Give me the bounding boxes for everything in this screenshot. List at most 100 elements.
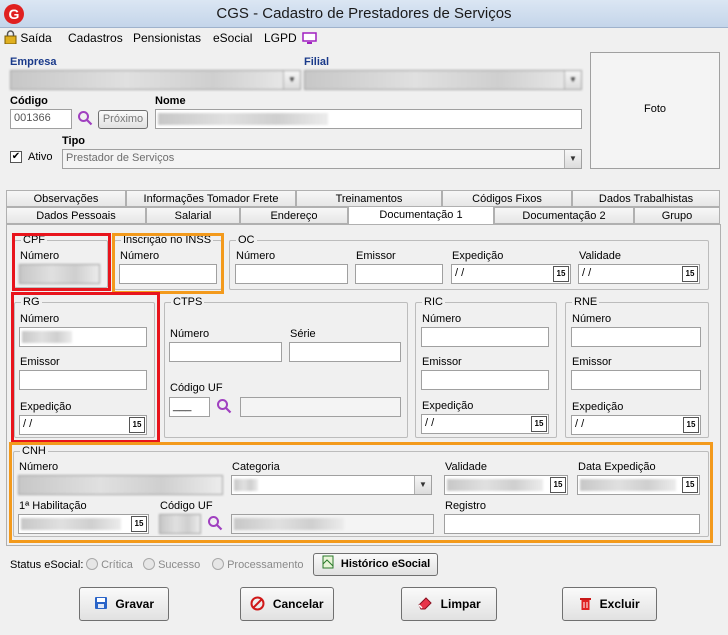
tab-observacoes[interactable]: Observações bbox=[6, 190, 126, 207]
nome-label: Nome bbox=[155, 95, 186, 107]
monitor-icon[interactable] bbox=[302, 32, 317, 45]
search-icon[interactable] bbox=[77, 110, 93, 126]
oc-validade-value: / / bbox=[582, 267, 592, 279]
codigo-input[interactable]: 001366 bbox=[10, 109, 72, 129]
rne-expedicao-input[interactable]: / / 15 bbox=[571, 415, 701, 435]
empresa-select[interactable]: ▼ bbox=[10, 70, 301, 90]
chevron-down-icon: ▼ bbox=[564, 71, 581, 89]
tab-dados-trabalhistas[interactable]: Dados Trabalhistas bbox=[572, 190, 720, 207]
historico-esocial-button[interactable]: Histórico eSocial bbox=[313, 553, 438, 576]
gravar-button[interactable]: Gravar bbox=[79, 587, 169, 621]
rne-emissor-input[interactable] bbox=[571, 370, 701, 390]
proximo-button[interactable]: Próximo bbox=[98, 110, 148, 129]
menu-saida-label: Saída bbox=[20, 31, 52, 45]
filial-select[interactable]: ▼ bbox=[304, 70, 582, 90]
ctps-group: CTPS bbox=[164, 296, 408, 438]
menu-lgpd[interactable]: LGPD bbox=[264, 28, 297, 48]
oc-numero-label: Número bbox=[236, 250, 276, 262]
cancelar-label: Cancelar bbox=[272, 597, 324, 611]
gravar-label: Gravar bbox=[115, 597, 155, 611]
oc-expedicao-input[interactable]: / / 15 bbox=[451, 264, 571, 284]
cpf-highlight-box bbox=[12, 233, 111, 291]
calendar-icon[interactable]: 15 bbox=[682, 266, 698, 282]
radio-icon bbox=[143, 558, 155, 570]
chevron-down-icon: ▼ bbox=[283, 71, 300, 89]
ric-expedicao-value: / / bbox=[425, 417, 435, 429]
ativo-checkbox[interactable]: ✔ bbox=[10, 151, 22, 163]
ric-expedicao-input[interactable]: / / 15 bbox=[421, 414, 549, 434]
inss-highlight-box bbox=[112, 233, 224, 294]
cnh-highlight-box bbox=[9, 442, 713, 543]
calendar-icon[interactable]: 15 bbox=[683, 417, 699, 433]
ativo-label: Ativo bbox=[28, 151, 53, 163]
chevron-down-icon: ▼ bbox=[564, 150, 581, 168]
photo-box[interactable]: Foto bbox=[590, 52, 720, 169]
ctps-codigo-uf-label: Código UF bbox=[170, 382, 223, 394]
oc-emissor-input[interactable] bbox=[355, 264, 443, 284]
nome-input[interactable] bbox=[155, 109, 582, 129]
empresa-label: Empresa bbox=[10, 56, 57, 68]
tab-informacoes-tomador-frete[interactable]: Informações Tomador Frete bbox=[126, 190, 296, 207]
ctps-numero-input[interactable] bbox=[169, 342, 282, 362]
eraser-icon bbox=[418, 597, 433, 610]
title-bar: G CGS - Cadastro de Prestadores de Servi… bbox=[0, 0, 728, 28]
limpar-button[interactable]: Limpar bbox=[401, 587, 497, 621]
lock-icon bbox=[4, 30, 17, 45]
search-icon[interactable] bbox=[216, 398, 232, 414]
ric-title: RIC bbox=[422, 296, 445, 308]
calendar-icon[interactable]: 15 bbox=[531, 416, 547, 432]
oc-numero-input[interactable] bbox=[235, 264, 348, 284]
rne-expedicao-label: Expedição bbox=[572, 401, 624, 413]
tab-codigos-fixos[interactable]: Códigos Fixos bbox=[442, 190, 572, 207]
rne-expedicao-value: / / bbox=[575, 418, 585, 430]
oc-expedicao-value: / / bbox=[455, 267, 465, 279]
ctps-uf-description bbox=[240, 397, 401, 417]
tab-treinamentos[interactable]: Treinamentos bbox=[296, 190, 442, 207]
tab-dados-pessoais[interactable]: Dados Pessoais bbox=[6, 207, 146, 224]
tab-documentacao-2[interactable]: Documentação 2 bbox=[494, 207, 634, 224]
ctps-codigo-uf-input[interactable]: ___ bbox=[169, 397, 210, 417]
excluir-button[interactable]: Excluir bbox=[562, 587, 657, 621]
historico-esocial-label: Histórico eSocial bbox=[340, 558, 431, 570]
status-critica-label: Crítica bbox=[101, 559, 133, 571]
filial-label: Filial bbox=[304, 56, 330, 68]
cancel-icon bbox=[250, 596, 265, 611]
ctps-numero-label: Número bbox=[170, 328, 210, 340]
tab-documentacao-1[interactable]: Documentação 1 bbox=[348, 206, 494, 225]
floppy-icon bbox=[94, 597, 107, 609]
oc-expedicao-label: Expedição bbox=[452, 250, 504, 262]
status-processamento-label: Processamento bbox=[227, 559, 304, 571]
ctps-serie-input[interactable] bbox=[289, 342, 401, 362]
rne-numero-input[interactable] bbox=[571, 327, 701, 347]
menu-pensionistas[interactable]: Pensionistas bbox=[133, 28, 201, 48]
tipo-select[interactable]: Prestador de Serviços ▼ bbox=[62, 149, 582, 169]
trash-icon bbox=[580, 598, 592, 610]
excluir-label: Excluir bbox=[599, 597, 640, 611]
rne-emissor-label: Emissor bbox=[572, 356, 612, 368]
ric-emissor-label: Emissor bbox=[422, 356, 462, 368]
oc-validade-input[interactable]: / / 15 bbox=[578, 264, 700, 284]
tab-endereco[interactable]: Endereço bbox=[240, 207, 348, 224]
ric-emissor-input[interactable] bbox=[421, 370, 549, 390]
oc-title: OC bbox=[236, 234, 257, 246]
ric-numero-input[interactable] bbox=[421, 327, 549, 347]
status-esocial-label: Status eSocial: bbox=[10, 559, 84, 571]
tab-salarial[interactable]: Salarial bbox=[146, 207, 240, 224]
calendar-icon[interactable]: 15 bbox=[553, 266, 569, 282]
status-critica-radio[interactable]: Crítica bbox=[86, 558, 133, 571]
status-processamento-radio[interactable]: Processamento bbox=[212, 558, 304, 571]
tab-grupo[interactable]: Grupo bbox=[634, 207, 720, 224]
document-icon bbox=[322, 555, 334, 569]
cancelar-button[interactable]: Cancelar bbox=[240, 587, 334, 621]
ric-expedicao-label: Expedição bbox=[422, 400, 474, 412]
photo-label: Foto bbox=[643, 103, 666, 115]
radio-icon bbox=[86, 558, 98, 570]
menu-saida[interactable]: Saída bbox=[4, 28, 52, 48]
menu-esocial[interactable]: eSocial bbox=[213, 28, 252, 48]
menu-cadastros[interactable]: Cadastros bbox=[68, 28, 123, 48]
tipo-value: Prestador de Serviços bbox=[66, 152, 175, 164]
status-sucesso-radio[interactable]: Sucesso bbox=[143, 558, 200, 571]
rne-title: RNE bbox=[572, 296, 600, 308]
menu-bar: Saída Cadastros Pensionistas eSocial LGP… bbox=[0, 28, 728, 48]
oc-validade-label: Validade bbox=[579, 250, 621, 262]
